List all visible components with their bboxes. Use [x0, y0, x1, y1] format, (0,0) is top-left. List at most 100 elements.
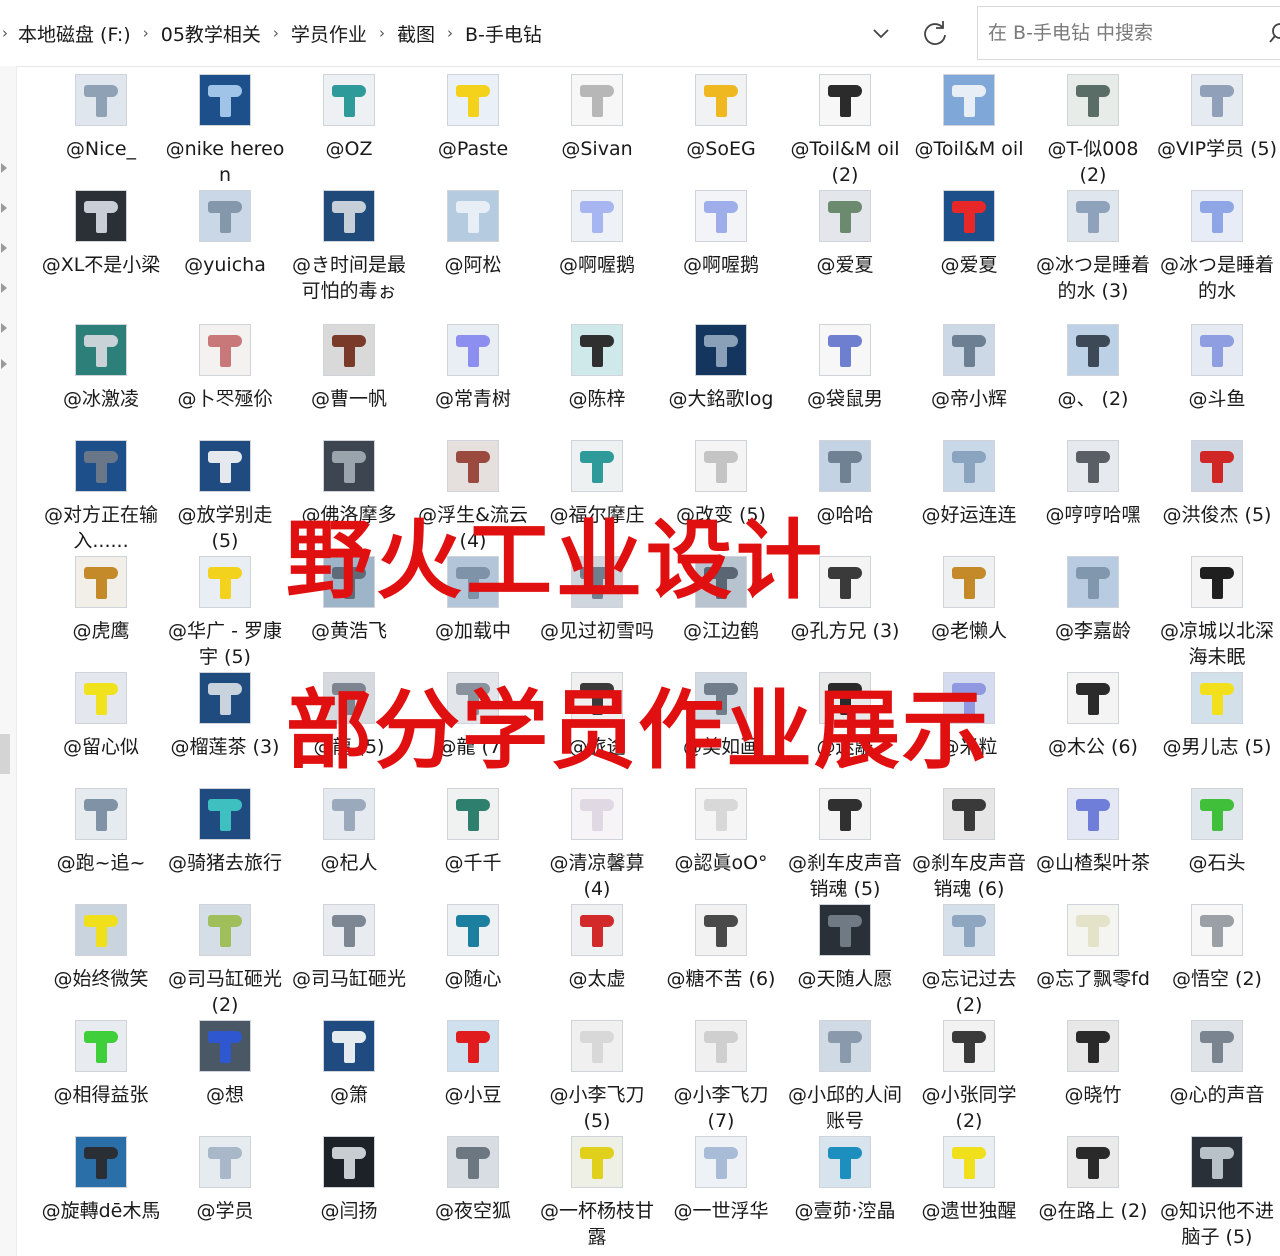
file-name[interactable]: @箫: [289, 1082, 409, 1108]
image-thumbnail[interactable]: [323, 324, 375, 376]
image-thumbnail[interactable]: [943, 324, 995, 376]
file-name[interactable]: @夜空狐: [413, 1198, 533, 1224]
image-thumbnail[interactable]: [1067, 1020, 1119, 1072]
file-name[interactable]: @小邱的人间账号: [785, 1082, 905, 1134]
file-name[interactable]: @Sivan: [537, 136, 657, 162]
file-name[interactable]: @小张同学 (2): [909, 1082, 1029, 1134]
image-thumbnail[interactable]: [695, 1020, 747, 1072]
image-thumbnail[interactable]: [1067, 904, 1119, 956]
image-thumbnail[interactable]: [695, 904, 747, 956]
image-thumbnail[interactable]: [447, 788, 499, 840]
image-thumbnail[interactable]: [571, 1020, 623, 1072]
image-thumbnail[interactable]: [75, 440, 127, 492]
image-thumbnail[interactable]: [943, 1020, 995, 1072]
file-name[interactable]: @冰激凌: [41, 386, 161, 412]
file-name[interactable]: @Paste: [413, 136, 533, 162]
expand-arrow-icon[interactable]: [1, 203, 7, 213]
file-name[interactable]: @李嘉龄: [1033, 618, 1153, 644]
file-name[interactable]: @Toil&M oil (2): [785, 136, 905, 188]
file-name[interactable]: @啊喔鹅: [537, 252, 657, 278]
breadcrumb-drive[interactable]: 本地磁盘 (F:): [18, 20, 131, 47]
image-thumbnail[interactable]: [943, 788, 995, 840]
file-name[interactable]: @知识他不进脑子 (5): [1157, 1198, 1277, 1250]
image-thumbnail[interactable]: [695, 324, 747, 376]
file-name[interactable]: @木公 (6): [1033, 734, 1153, 760]
image-thumbnail[interactable]: [1191, 788, 1243, 840]
image-thumbnail[interactable]: [571, 788, 623, 840]
image-thumbnail[interactable]: [323, 1136, 375, 1188]
image-thumbnail[interactable]: [199, 788, 251, 840]
image-thumbnail[interactable]: [75, 324, 127, 376]
image-thumbnail[interactable]: [819, 190, 871, 242]
image-thumbnail[interactable]: [819, 440, 871, 492]
file-name[interactable]: @小豆: [413, 1082, 533, 1108]
file-name[interactable]: @T-似008 (2): [1033, 136, 1153, 188]
file-name[interactable]: @VIP学员 (5): [1157, 136, 1277, 162]
file-name[interactable]: @SoEG: [661, 136, 781, 162]
image-thumbnail[interactable]: [199, 1020, 251, 1072]
image-thumbnail[interactable]: [199, 190, 251, 242]
image-thumbnail[interactable]: [199, 1136, 251, 1188]
image-thumbnail[interactable]: [1067, 190, 1119, 242]
chevron-right-icon[interactable]: ›: [273, 24, 279, 42]
file-name[interactable]: @清凉馨萛 (4): [537, 850, 657, 902]
image-thumbnail[interactable]: [199, 324, 251, 376]
file-name[interactable]: @刹车皮声音销魂 (6): [909, 850, 1029, 902]
image-thumbnail[interactable]: [75, 1136, 127, 1188]
image-thumbnail[interactable]: [447, 74, 499, 126]
image-thumbnail[interactable]: [819, 904, 871, 956]
file-name[interactable]: @男儿志 (5): [1157, 734, 1277, 760]
file-name[interactable]: @悟空 (2): [1157, 966, 1277, 992]
file-name[interactable]: @、 (2): [1033, 386, 1153, 412]
file-name[interactable]: @老懒人: [909, 618, 1029, 644]
chevron-right-icon[interactable]: ›: [2, 24, 8, 42]
image-thumbnail[interactable]: [199, 904, 251, 956]
file-name[interactable]: @杞人: [289, 850, 409, 876]
file-name[interactable]: @相得益张: [41, 1082, 161, 1108]
image-thumbnail[interactable]: [1191, 904, 1243, 956]
image-thumbnail[interactable]: [571, 324, 623, 376]
breadcrumb-folder-teaching[interactable]: 05教学相关: [161, 20, 261, 47]
file-name[interactable]: @孔方兄 (3): [785, 618, 905, 644]
file-name[interactable]: @旋轉dē木馬: [41, 1198, 161, 1224]
file-name[interactable]: @千千: [413, 850, 533, 876]
file-name[interactable]: @山楂梨叶茶: [1033, 850, 1153, 876]
file-name[interactable]: @跑~追~: [41, 850, 161, 876]
search-input[interactable]: [978, 21, 1250, 45]
file-name[interactable]: @斗鱼: [1157, 386, 1277, 412]
expand-arrow-icon[interactable]: [1, 359, 7, 369]
file-name[interactable]: @XL不是小梁: [41, 252, 161, 278]
image-thumbnail[interactable]: [819, 788, 871, 840]
image-thumbnail[interactable]: [75, 788, 127, 840]
image-thumbnail[interactable]: [943, 556, 995, 608]
file-name[interactable]: @Toil&M oil: [909, 136, 1029, 162]
file-name[interactable]: @一杯杨枝甘露: [537, 1198, 657, 1250]
file-name[interactable]: @江边鹤: [661, 618, 781, 644]
search-box[interactable]: [977, 6, 1280, 60]
image-thumbnail[interactable]: [1191, 556, 1243, 608]
image-thumbnail[interactable]: [75, 1020, 127, 1072]
search-icon[interactable]: [1268, 21, 1280, 47]
breadcrumb-folder-screenshots[interactable]: 截图: [397, 20, 435, 47]
file-name[interactable]: @始终微笑: [41, 966, 161, 992]
image-thumbnail[interactable]: [323, 1020, 375, 1072]
image-thumbnail[interactable]: [1067, 440, 1119, 492]
image-thumbnail[interactable]: [323, 440, 375, 492]
image-thumbnail[interactable]: [447, 190, 499, 242]
file-name[interactable]: @想: [165, 1082, 285, 1108]
file-name[interactable]: @虎鹰: [41, 618, 161, 644]
file-name[interactable]: @加载中: [413, 618, 533, 644]
expand-arrow-icon[interactable]: [1, 243, 7, 253]
file-name[interactable]: @認眞oO°: [661, 850, 781, 876]
image-thumbnail[interactable]: [571, 74, 623, 126]
file-name[interactable]: @见过初雪吗: [537, 618, 657, 644]
image-thumbnail[interactable]: [943, 1136, 995, 1188]
image-thumbnail[interactable]: [1191, 190, 1243, 242]
file-name[interactable]: @爱夏: [909, 252, 1029, 278]
file-name[interactable]: @小李飞刀 (7): [661, 1082, 781, 1134]
chevron-down-icon[interactable]: [866, 18, 896, 48]
file-name[interactable]: @闫扬: [289, 1198, 409, 1224]
image-thumbnail[interactable]: [1191, 672, 1243, 724]
file-name[interactable]: @刹车皮声音销魂 (5): [785, 850, 905, 902]
file-name[interactable]: @好运连连: [909, 502, 1029, 528]
